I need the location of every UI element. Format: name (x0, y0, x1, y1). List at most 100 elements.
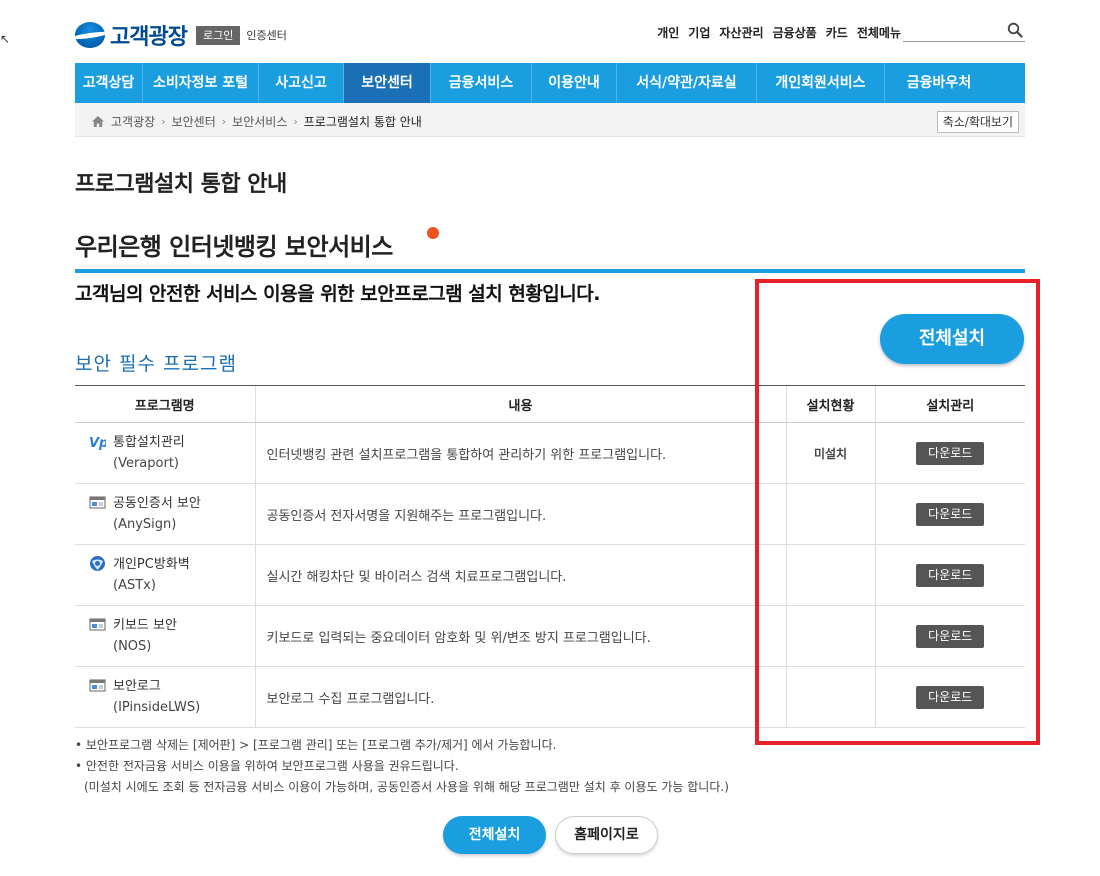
program-table: 프로그램명 내용 설치현황 설치관리 Vp 통합설치관리 (Veraport) … (75, 385, 1025, 728)
top-nav-all-menu[interactable]: 전체메뉴 (857, 24, 901, 41)
program-window-icon (89, 618, 106, 631)
required-programs-title: 보안 필수 프로그램 (75, 353, 237, 375)
program-name-en: (ASTx) (113, 578, 156, 593)
nav-item-consult[interactable]: 고객상담 (75, 63, 143, 103)
section-title: 우리은행 인터넷뱅킹 보안서비스 (75, 227, 1025, 262)
home-icon[interactable] (91, 115, 105, 128)
crumb-security-service[interactable]: 보안서비스 (232, 113, 287, 130)
program-name: 보안로그 (113, 679, 161, 694)
download-button[interactable]: 다운로드 (916, 685, 985, 709)
main-nav: 고객상담 소비자정보 포털 사고신고 보안센터 금융서비스 이용안내 서식/약관… (75, 63, 1025, 103)
program-name-en: (NOS) (113, 639, 152, 654)
nav-item-security-center[interactable]: 보안센터 (344, 63, 431, 103)
page-title: 프로그램설치 통합 안내 (75, 172, 287, 197)
header-install-manage: 설치관리 (874, 385, 1025, 423)
site-header: 고객광장 로그인 인증센터 개인 기업 자산관리 금융상품 카드 전체메뉴 (75, 0, 1025, 62)
manage-cell: 다운로드 (874, 422, 1025, 484)
top-nav-asset[interactable]: 자산관리 (719, 24, 763, 41)
search-icon[interactable] (1007, 22, 1023, 38)
install-status (785, 666, 875, 728)
install-status (785, 605, 875, 667)
program-name: 키보드 보안 (113, 618, 177, 633)
table-row: 개인PC방화벽 (ASTx) 실시간 해킹차단 및 바이러스 검색 치료프로그램… (75, 544, 1025, 606)
chevron-right-icon: › (161, 115, 166, 128)
crumb-home[interactable]: 고객광장 (111, 113, 155, 130)
table-row: 보안로그 (IPinsideLWS) 보안로그 수집 프로그램입니다. 다운로드 (75, 666, 1025, 728)
logo-text: 고객광장 (110, 25, 188, 50)
breadcrumb-bar: 고객광장 › 보안센터 › 보안서비스 › 프로그램설치 통합 안내 축소/확대… (75, 103, 1025, 137)
download-button[interactable]: 다운로드 (916, 441, 985, 465)
program-name-cell: 보안로그 (IPinsideLWS) (75, 666, 255, 728)
download-button[interactable]: 다운로드 (916, 563, 985, 587)
logo[interactable]: 고객광장 로그인 인증센터 (75, 19, 287, 51)
nav-item-voucher[interactable]: 금융바우처 (885, 63, 993, 103)
header-description: 내용 (254, 385, 786, 423)
download-button[interactable]: 다운로드 (916, 502, 985, 526)
nav-item-consumer-portal[interactable]: 소비자정보 포털 (143, 63, 259, 103)
home-button[interactable]: 홈페이지로 (555, 816, 658, 854)
crumb-security-center[interactable]: 보안센터 (172, 113, 216, 130)
nav-item-accident-report[interactable]: 사고신고 (259, 63, 344, 103)
zoom-button[interactable]: 축소/확대보기 (936, 111, 1019, 133)
program-description: 보안로그 수집 프로그램입니다. (254, 666, 786, 728)
breadcrumb: 고객광장 › 보안센터 › 보안서비스 › 프로그램설치 통합 안내 (91, 113, 422, 130)
top-nav-products[interactable]: 금융상품 (773, 24, 817, 41)
note-line: (미설치 시에도 조회 등 전자금융 서비스 이용이 가능하며, 공동인증서 사… (84, 780, 729, 794)
header-program-name: 프로그램명 (75, 385, 255, 423)
header-install-status: 설치현황 (785, 385, 875, 423)
program-name-en: (AnySign) (113, 517, 177, 532)
globe-shield-icon (90, 556, 105, 571)
top-nav-business[interactable]: 기업 (688, 24, 710, 41)
crumb-current: 프로그램설치 통합 안내 (303, 115, 422, 129)
table-header-row: 프로그램명 내용 설치현황 설치관리 (75, 385, 1025, 423)
note-line: • 안전한 전자금융 서비스 이용을 위하여 보안프로그램 사용을 권유드립니다… (75, 759, 459, 773)
login-button[interactable]: 로그인 (195, 25, 241, 45)
subtitle: 고객님의 안전한 서비스 이용을 위한 보안프로그램 설치 현황입니다. (75, 283, 600, 305)
download-button[interactable]: 다운로드 (916, 624, 985, 648)
program-window-icon (89, 496, 106, 509)
notes: • 보안프로그램 삭제는 [제어판] > [프로그램 관리] 또는 [프로그램 … (75, 735, 1025, 798)
bank-logo-icon (75, 22, 105, 48)
cert-center-link[interactable]: 인증센터 (246, 27, 286, 43)
search-input[interactable] (903, 20, 1025, 42)
program-name: 통합설치관리 (113, 435, 185, 450)
manage-cell: 다운로드 (874, 544, 1025, 606)
program-name-cell: 키보드 보안 (NOS) (75, 605, 255, 667)
program-description: 실시간 해킹차단 및 바이러스 검색 치료프로그램입니다. (254, 544, 786, 606)
cursor-icon: ↖ (0, 32, 11, 46)
install-status (785, 544, 875, 606)
table-row: Vp 통합설치관리 (Veraport) 인터넷뱅킹 관련 설치프로그램을 통합… (75, 422, 1025, 484)
install-status (785, 483, 875, 545)
manage-cell: 다운로드 (874, 605, 1025, 667)
nav-item-member-service[interactable]: 개인회원서비스 (757, 63, 885, 103)
svg-text:Vp: Vp (89, 436, 106, 450)
program-name-cell: Vp 통합설치관리 (Veraport) (75, 422, 255, 484)
section-title-text: 우리은행 인터넷뱅킹 보안서비스 (75, 233, 393, 261)
program-description: 공동인증서 전자서명을 지원해주는 프로그램입니다. (254, 483, 786, 545)
program-name-en: (IPinsideLWS) (113, 700, 201, 715)
veraport-icon: Vp (89, 436, 106, 450)
top-nav: 개인 기업 자산관리 금융상품 카드 전체메뉴 (657, 24, 901, 41)
top-nav-personal[interactable]: 개인 (657, 24, 679, 41)
nav-item-usage-guide[interactable]: 이용안내 (532, 63, 617, 103)
note-line: • 보안프로그램 삭제는 [제어판] > [프로그램 관리] 또는 [프로그램 … (75, 738, 557, 752)
table-row: 키보드 보안 (NOS) 키보드로 입력되는 중요데이터 암호화 및 위/변조 … (75, 605, 1025, 667)
top-nav-card[interactable]: 카드 (826, 24, 848, 41)
install-status: 미설치 (785, 422, 875, 484)
bottom-buttons: 전체설치 홈페이지로 (443, 816, 658, 854)
program-name: 개인PC방화벽 (113, 557, 190, 572)
program-name-cell: 공동인증서 보안 (AnySign) (75, 483, 255, 545)
install-all-bottom-button[interactable]: 전체설치 (443, 816, 546, 854)
program-name: 공동인증서 보안 (113, 496, 201, 511)
nav-item-forms[interactable]: 서식/약관/자료실 (617, 63, 757, 103)
program-description: 키보드로 입력되는 중요데이터 암호화 및 위/변조 방지 프로그램입니다. (254, 605, 786, 667)
nav-item-financial-service[interactable]: 금융서비스 (431, 63, 532, 103)
chevron-right-icon: › (293, 115, 298, 128)
section-divider (75, 269, 1025, 273)
program-description: 인터넷뱅킹 관련 설치프로그램을 통합하여 관리하기 위한 프로그램입니다. (254, 422, 786, 484)
manage-cell: 다운로드 (874, 666, 1025, 728)
orange-dot-icon (427, 227, 439, 239)
program-name-cell: 개인PC방화벽 (ASTx) (75, 544, 255, 606)
program-window-icon (89, 679, 106, 692)
chevron-right-icon: › (221, 115, 227, 128)
